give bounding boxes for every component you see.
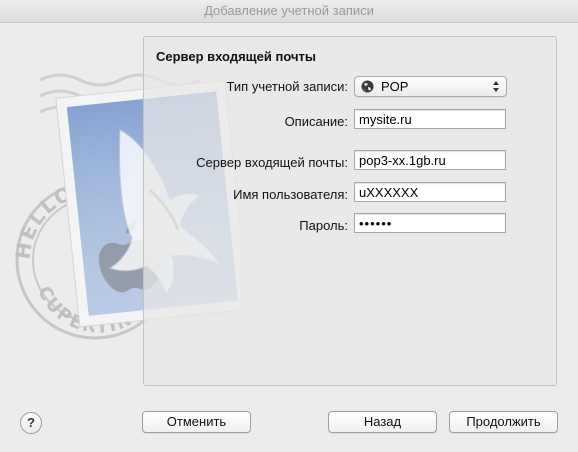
continue-button[interactable]: Продолжить: [449, 411, 558, 433]
description-field[interactable]: mysite.ru: [354, 109, 506, 129]
password-field[interactable]: ••••••: [354, 213, 506, 233]
password-label: Пароль:: [299, 218, 348, 233]
username-label: Имя пользователя:: [233, 187, 348, 202]
add-account-window: Добавление учетной записи HELLO FR CUPER…: [0, 0, 578, 452]
account-type-select[interactable]: POP: [354, 76, 507, 97]
help-button[interactable]: ?: [20, 412, 42, 434]
title-bar[interactable]: Добавление учетной записи: [0, 0, 578, 23]
account-type-label: Тип учетной записи:: [226, 79, 348, 94]
cancel-button[interactable]: Отменить: [142, 411, 251, 433]
back-button[interactable]: Назад: [328, 411, 437, 433]
incoming-server-label: Сервер входящей почты:: [196, 155, 348, 170]
up-down-arrows-icon: [493, 81, 499, 92]
account-type-value: POP: [381, 79, 409, 94]
panel-title: Сервер входящей почты: [156, 49, 316, 64]
incoming-server-field[interactable]: pop3-xx.1gb.ru: [354, 150, 506, 170]
username-field[interactable]: uXXXXXX: [354, 182, 506, 202]
globe-icon: [361, 80, 374, 93]
description-label: Описание:: [284, 114, 348, 129]
window-title: Добавление учетной записи: [204, 3, 374, 18]
